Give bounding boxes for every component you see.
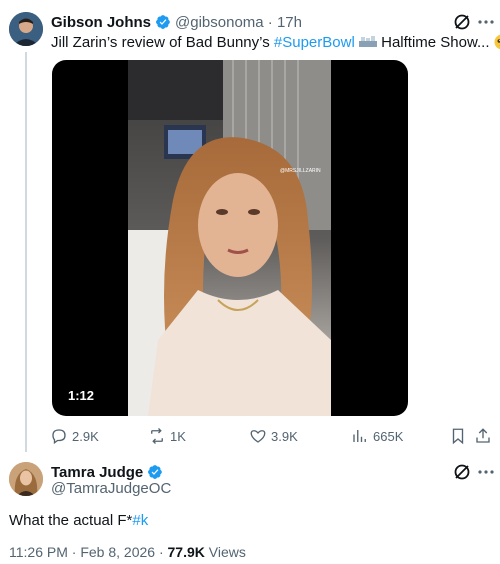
parent-text-before: Jill Zarin’s review of Bad Bunny’s: [51, 34, 274, 51]
parent-text-after: Halftime Show...: [376, 34, 490, 51]
repost-count: 1K: [170, 428, 186, 444]
reply-icon: [52, 429, 66, 445]
views-total: 77.9K: [167, 544, 205, 560]
repost-icon: [151, 428, 163, 444]
views-count: 665K: [373, 428, 404, 444]
avatar-gibson-johns[interactable]: [9, 12, 43, 46]
reply-text: What the actual F*: [9, 512, 133, 529]
parent-author-name[interactable]: Gibson Johns: [51, 14, 151, 31]
views-label: Views: [204, 544, 246, 560]
tweet-timestamp[interactable]: 11:26 PM · Feb 8, 2026 ·: [9, 544, 168, 560]
like-count: 3.9K: [271, 428, 298, 444]
football-emoji-icon: [358, 34, 377, 47]
reply-tweet-text: What the actual F*#k: [9, 511, 148, 531]
more-icon[interactable]: [476, 462, 496, 482]
thread-connector-line: [25, 52, 27, 452]
views-button[interactable]: 665K: [351, 426, 403, 446]
more-icon[interactable]: [476, 12, 496, 32]
video-watermark: @MRSJILLZARIN: [280, 168, 321, 174]
reply-button[interactable]: 2.9K: [50, 426, 99, 446]
parent-handle-time[interactable]: @gibsonoma · 17h: [175, 14, 302, 31]
video-duration-badge: 1:12: [61, 385, 102, 406]
hashtag-superbowl-link[interactable]: #SuperBowl: [274, 34, 355, 51]
video-frame[interactable]: @MRSJILLZARIN: [128, 60, 331, 416]
hashtag-k-link[interactable]: #k: [132, 512, 148, 529]
pleading-face-emoji-icon: [494, 34, 500, 50]
avatar-tamra-judge[interactable]: [9, 462, 43, 496]
like-button[interactable]: 3.9K: [249, 426, 298, 446]
reply-author-name[interactable]: Tamra Judge: [51, 464, 143, 481]
grok-icon[interactable]: [452, 462, 472, 482]
tweet-meta: 11:26 PM · Feb 8, 2026 · 77.9K Views: [9, 544, 246, 560]
bookmark-button[interactable]: [449, 426, 471, 446]
like-icon: [250, 430, 266, 443]
reply-handle[interactable]: @TamraJudgeOC: [51, 480, 171, 497]
share-icon: [476, 428, 490, 443]
verified-badge-icon: [147, 464, 163, 480]
share-button[interactable]: [474, 426, 496, 446]
reply-author-row: Tamra Judge: [51, 462, 163, 482]
reply-count: 2.9K: [72, 428, 99, 444]
verified-badge-icon: [155, 14, 171, 30]
parent-author-row: Gibson Johns @gibsonoma · 17h: [51, 12, 302, 32]
grok-icon[interactable]: [452, 12, 472, 32]
parent-tweet-text: Jill Zarin’s review of Bad Bunny’s #Supe…: [51, 33, 500, 52]
views-icon: [353, 430, 366, 442]
video-player[interactable]: @MRSJILLZARIN 1:12: [52, 60, 408, 416]
repost-button[interactable]: 1K: [148, 426, 186, 446]
bookmark-icon: [452, 428, 464, 445]
